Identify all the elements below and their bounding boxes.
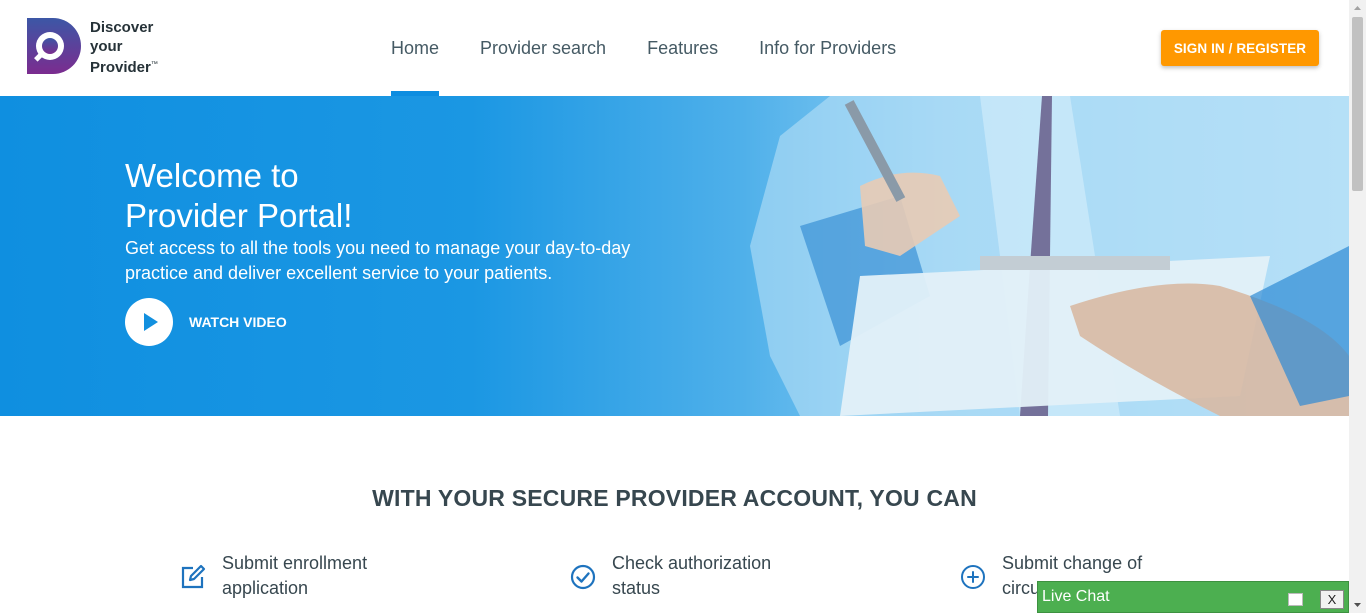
logo-text: Discover your Provider™ [90,19,158,78]
minimize-icon[interactable] [1288,593,1303,606]
hero-banner: Welcome to Provider Portal! Get access t… [0,96,1349,416]
trademark: ™ [150,61,158,68]
feature-line-2: application [222,578,309,598]
feature-line-1: Check authorization [612,553,772,573]
scroll-down-arrow-icon[interactable] [1349,596,1366,613]
hero-title-line-1: Welcome to [125,157,299,194]
nav-features[interactable]: Features [647,0,718,96]
scroll-up-arrow-icon[interactable] [1349,0,1366,17]
sign-in-register-button[interactable]: SIGN IN / REGISTER [1161,30,1319,66]
check-circle-icon [570,564,596,590]
close-chat-button[interactable]: X [1320,590,1344,609]
scrollbar-thumb[interactable] [1352,17,1363,191]
features-title: WITH YOUR SECURE PROVIDER ACCOUNT, YOU C… [372,485,977,511]
hero-title: Welcome to Provider Portal! [125,156,352,236]
feature-text[interactable]: Check authorization status [612,551,771,601]
logo-line-1: Discover [90,19,154,36]
hero-title-line-2: Provider Portal! [125,197,353,234]
play-icon[interactable] [125,298,173,346]
nav-provider-search[interactable]: Provider search [480,0,606,96]
watch-video-label[interactable]: WATCH VIDEO [189,314,287,330]
logo-mark-icon [27,18,81,74]
edit-icon [181,564,206,589]
doctor-clipboard-image [750,96,1349,416]
nav-info-for-providers[interactable]: Info for Providers [759,0,896,96]
feature-text[interactable]: Submit enrollment application [222,551,367,601]
main-nav: Home Provider search Features Info for P… [391,0,937,96]
live-chat-label[interactable]: Live Chat [1042,588,1110,606]
logo[interactable]: Discover your Provider™ [27,18,158,78]
feature-submit-enrollment[interactable]: Submit enrollment application [180,551,367,601]
hero-subtitle: Get access to all the tools you need to … [125,238,631,283]
feature-line-1: Submit change of [1002,553,1143,573]
logo-line-3: Provider [90,59,151,76]
plus-circle-icon [961,565,985,589]
feature-line-2: status [612,578,661,598]
logo-line-2: your [90,37,123,55]
live-chat-widget[interactable]: Live Chat X [1037,581,1349,613]
site-header: Discover your Provider™ Home Provider se… [0,0,1349,96]
feature-line-1: Submit enrollment [222,553,368,573]
watch-video-button[interactable]: WATCH VIDEO [125,298,287,346]
nav-home[interactable]: Home [391,0,440,96]
page-scrollbar[interactable] [1349,0,1366,613]
feature-check-authorization[interactable]: Check authorization status [570,551,771,601]
